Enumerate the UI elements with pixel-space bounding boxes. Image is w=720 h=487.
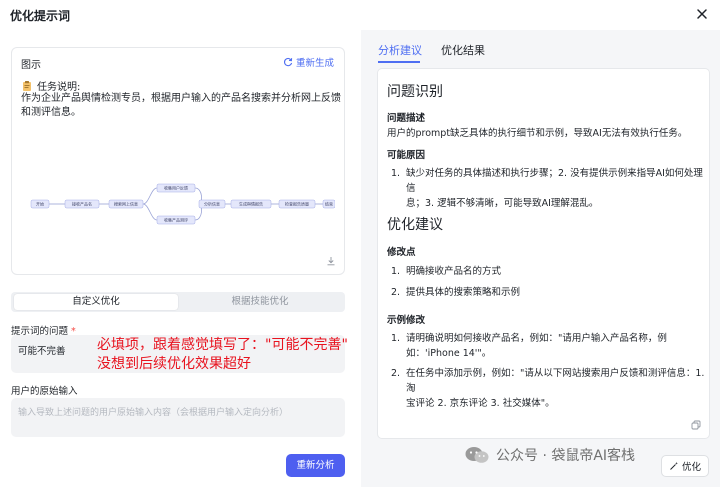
flow-node-check: 检查报告质量 bbox=[285, 201, 309, 207]
watermark-text: 公众号 · 袋鼠帝AI客栈 bbox=[496, 448, 636, 464]
flow-node-receive: 接收产品名 bbox=[72, 201, 92, 207]
subheading-points: 修改点 bbox=[387, 247, 416, 258]
task-label: 任务说明: bbox=[37, 82, 81, 93]
left-panel: 图示 重新生成 任务说明: 作为企业产品舆情检测专员，根据用户输入的产品名搜索并… bbox=[0, 30, 360, 487]
example-line-1: 请明确说明如何接收产品名，例如："请用户输入产品名称，例 bbox=[406, 333, 667, 344]
cause-line-1: 缺少对任务的具体描述和执行步骤；2. 没有提供示例来指导AI如何处理信 bbox=[406, 168, 703, 194]
tab-skill-optimize[interactable]: 根据技能优化 bbox=[178, 294, 342, 310]
overlay-line-1: 必填项，跟着感觉填写了："可能不完善" bbox=[97, 337, 348, 353]
list-item: 1. 缺少对任务的具体描述和执行步骤；2. 没有提供示例来指导AI如何处理信 息… bbox=[387, 166, 705, 211]
user-input-label: 用户的原始输入 bbox=[11, 386, 78, 397]
overlay-line-2: 没想到后续优化效果超好 bbox=[97, 356, 251, 372]
heading-problem: 问题识别 bbox=[387, 84, 443, 100]
flow-node-review: 收集产品测评 bbox=[164, 217, 188, 223]
example-line-2: 如：'iPhone 14'"。 bbox=[406, 348, 492, 359]
flow-node-start: 开始 bbox=[36, 201, 44, 207]
list-item: 1. 明确接收产品名的方式 bbox=[387, 264, 705, 279]
flow-node-end: 结束 bbox=[325, 201, 333, 207]
reanalyze-button[interactable]: 重新分析 bbox=[286, 454, 345, 477]
example-line-1: 在任务中添加示例，例如："请从以下网站搜索用户反馈和测评信息：1. 淘 bbox=[406, 368, 705, 394]
cause-line-2: 息；3. 逻辑不够清晰，可能导致AI理解混乱。 bbox=[406, 198, 599, 209]
watermark: 公众号 · 袋鼠帝AI客栈 bbox=[464, 445, 635, 465]
subheading-cause: 可能原因 bbox=[387, 150, 426, 161]
flow-node-report: 生成舆情报告 bbox=[239, 201, 263, 207]
tab-custom-optimize[interactable]: 自定义优化 bbox=[14, 294, 178, 310]
regenerate-label: 重新生成 bbox=[295, 58, 334, 69]
flow-node-analyze: 分析信息 bbox=[204, 201, 220, 207]
dialog-header: 优化提示词 bbox=[0, 0, 720, 30]
optimize-button[interactable]: 优化 bbox=[661, 455, 709, 477]
list-item: 2. 提供具体的搜索策略和示例 bbox=[387, 285, 705, 300]
wechat-logo-icon bbox=[465, 447, 489, 463]
active-tab-indicator bbox=[378, 61, 420, 63]
magic-wand-icon bbox=[670, 461, 678, 470]
subheading-description: 问题描述 bbox=[387, 113, 426, 124]
overlay-annotation: 必填项，跟着感觉填写了："可能不完善" 没想到后续优化效果超好 bbox=[97, 336, 348, 374]
regenerate-button[interactable]: 重新生成 bbox=[283, 55, 334, 69]
task-description: 作为企业产品舆情检测专员，根据用户输入的产品名搜索并分析网上反馈和测评信息。 bbox=[21, 93, 341, 118]
list-number: 2. bbox=[391, 368, 401, 379]
illustration-header: 图示 bbox=[21, 60, 41, 71]
tab-analysis[interactable]: 分析建议 bbox=[378, 42, 422, 58]
flow-node-feedback: 收集用户反馈 bbox=[164, 185, 188, 191]
heading-suggestion: 优化建议 bbox=[387, 217, 443, 233]
list-number: 1. bbox=[391, 266, 401, 277]
task-line: 任务说明: bbox=[21, 78, 80, 93]
download-icon[interactable] bbox=[326, 256, 336, 266]
list-number: 1. bbox=[391, 333, 401, 344]
tab-result[interactable]: 优化结果 bbox=[441, 42, 485, 58]
flow-diagram: 开始 接收产品名 搜索网上信息 收集用户反馈 收集产品测评 分析信息 生成舆情报… bbox=[30, 183, 335, 225]
right-panel: 分析建议 优化结果 问题识别 问题描述 用户的prompt缺乏具体的执行细节和示… bbox=[361, 30, 720, 487]
list-number: 1. bbox=[391, 168, 401, 179]
point-text: 提供具体的搜索策略和示例 bbox=[406, 287, 521, 298]
description-text: 用户的prompt缺乏具体的执行细节和示例，导致AI无法有效执行任务。 bbox=[387, 128, 688, 139]
list-item: 1. 请明确说明如何接收产品名，例如："请用户输入产品名称，例 如：'iPhon… bbox=[387, 331, 705, 361]
illustration-card: 图示 重新生成 任务说明: 作为企业产品舆情检测专员，根据用户输入的产品名搜索并… bbox=[11, 47, 345, 275]
list-number: 2. bbox=[391, 287, 401, 298]
user-input-field[interactable]: 输入导致上述问题的用户原始输入内容（会根据用户输入定向分析） bbox=[11, 398, 345, 437]
copy-icon[interactable] bbox=[691, 420, 701, 430]
example-line-2: 宝评论 2. 京东评论 3. 社交媒体"。 bbox=[406, 398, 555, 409]
point-text: 明确接收产品名的方式 bbox=[406, 266, 502, 277]
flow-node-search: 搜索网上信息 bbox=[114, 201, 138, 207]
mode-segmented-control: 自定义优化 根据技能优化 bbox=[11, 292, 345, 312]
optimize-label: 优化 bbox=[681, 462, 701, 473]
refresh-icon bbox=[283, 57, 293, 67]
dialog-title: 优化提示词 bbox=[10, 9, 71, 23]
close-icon[interactable] bbox=[694, 6, 710, 22]
subheading-example: 示例修改 bbox=[387, 315, 426, 326]
analysis-card: 问题识别 问题描述 用户的prompt缺乏具体的执行细节和示例，导致AI无法有效… bbox=[377, 68, 710, 439]
list-item: 2. 在任务中添加示例，例如："请从以下网站搜索用户反馈和测评信息：1. 淘 宝… bbox=[387, 366, 705, 411]
clipboard-icon bbox=[23, 80, 31, 91]
